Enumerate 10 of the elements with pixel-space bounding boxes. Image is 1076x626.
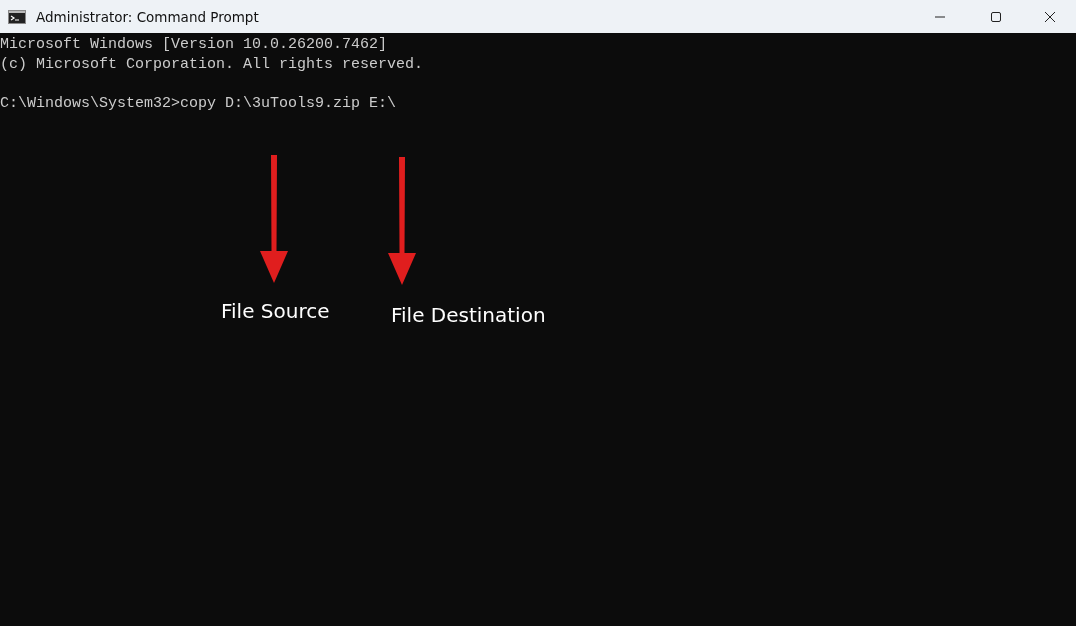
annotation-label: File Source <box>221 299 330 323</box>
window-title: Administrator: Command Prompt <box>36 8 259 25</box>
console-output-line: (c) Microsoft Corporation. All rights reserved. <box>0 55 425 75</box>
maximize-icon <box>990 10 1002 23</box>
annotation-label: File Destination <box>391 303 546 327</box>
close-icon <box>1044 10 1056 23</box>
minimize-icon <box>934 15 946 18</box>
console-output-line: Microsoft Windows [Version 10.0.26200.7462] <box>0 35 389 55</box>
command-line: C:\Windows\System32>copy D:\3uTools9.zip E:\ <box>0 94 398 114</box>
terminal-icon <box>8 9 26 24</box>
